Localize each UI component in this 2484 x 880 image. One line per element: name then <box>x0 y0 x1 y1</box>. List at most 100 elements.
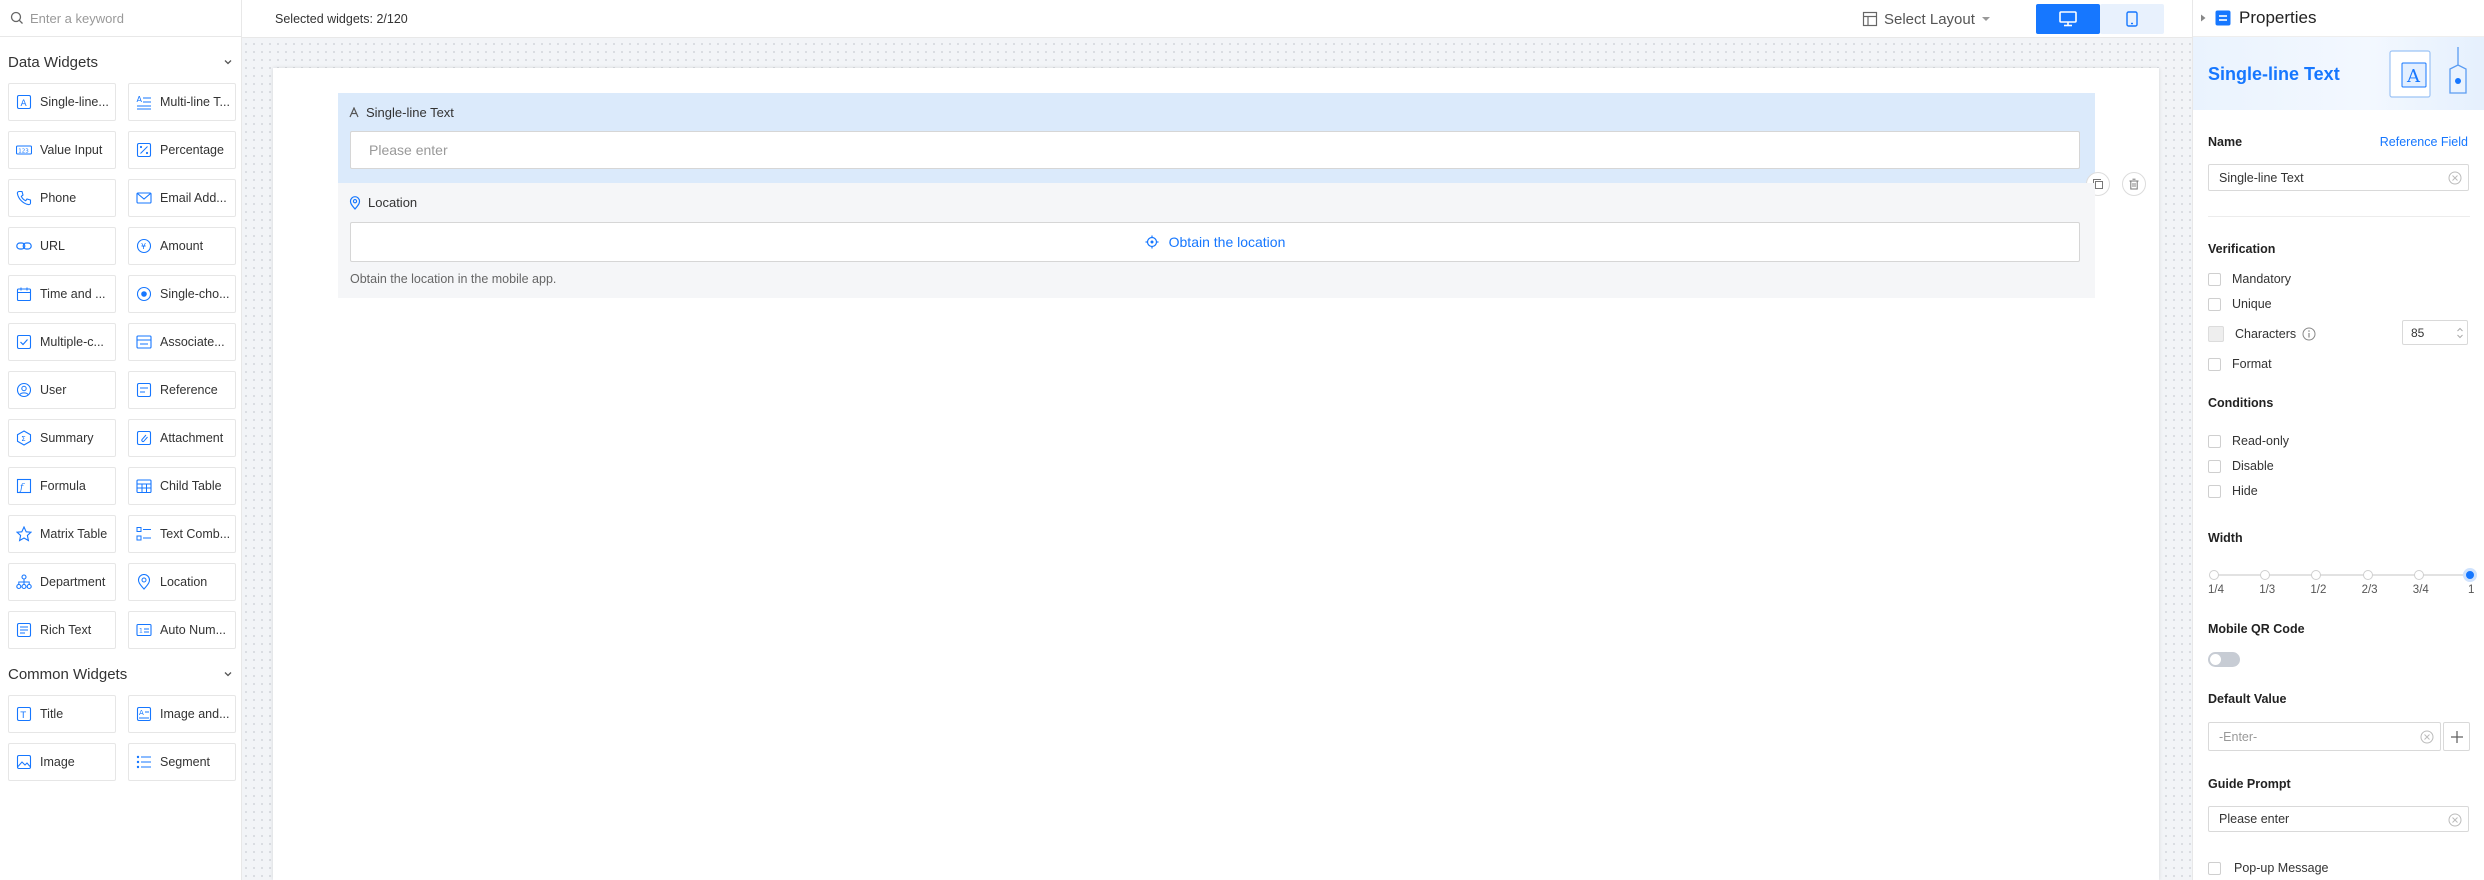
properties-title: Properties <box>2239 8 2317 27</box>
select-layout-dropdown[interactable]: Select Layout <box>1862 7 1991 31</box>
popup-message-checkbox[interactable] <box>2208 861 2221 875</box>
widget-item-single-cho[interactable]: Single-cho... <box>128 275 236 313</box>
attachment-icon <box>136 430 152 446</box>
widget-item-label: Email Add... <box>160 191 227 205</box>
widget-item-user[interactable]: User <box>8 371 116 409</box>
disable-label: Disable <box>2232 459 2274 473</box>
widget-item-value-input[interactable]: 123 Value Input <box>8 131 116 169</box>
hide-option[interactable]: Hide <box>2208 484 2258 498</box>
obtain-location-button[interactable]: Obtain the location <box>350 222 2080 262</box>
widget-item-single-line[interactable]: A Single-line... <box>8 83 116 121</box>
width-tick-label: 1/4 <box>2208 584 2224 596</box>
format-option[interactable]: Format <box>2208 357 2272 371</box>
widget-item-associate[interactable]: Associate... <box>128 323 236 361</box>
chevron-down-icon <box>224 672 232 677</box>
auto-number-icon: 1 <box>136 623 152 637</box>
form-field-single-line-text[interactable]: Single-line Text Please enter <box>338 93 2095 183</box>
trash-icon <box>2129 178 2139 190</box>
clear-icon[interactable] <box>2420 730 2434 744</box>
field-label-text: Single-line Text <box>366 105 454 120</box>
widget-item-segment[interactable]: Segment <box>128 743 236 781</box>
widget-item-multi-line-t[interactable]: A Multi-line T... <box>128 83 236 121</box>
mobile-qr-toggle[interactable] <box>2208 652 2240 667</box>
width-stop-5[interactable] <box>2463 568 2477 582</box>
reference-field-link[interactable]: Reference Field <box>2380 135 2468 149</box>
stepper-icon[interactable] <box>2456 326 2464 340</box>
name-input[interactable]: Single-line Text <box>2208 164 2469 191</box>
widget-item-department[interactable]: Department <box>8 563 116 601</box>
clear-icon[interactable] <box>2448 171 2462 185</box>
common-widgets-header[interactable]: Common Widgets <box>0 661 241 687</box>
hide-checkbox[interactable] <box>2208 484 2221 498</box>
widget-item-image[interactable]: Image <box>8 743 116 781</box>
width-stop-3[interactable] <box>2362 570 2373 580</box>
widget-item-auto-num[interactable]: 1 Auto Num... <box>128 611 236 649</box>
delete-field-button[interactable] <box>2122 172 2146 196</box>
read-only-option[interactable]: Read-only <box>2208 434 2289 448</box>
read-only-checkbox[interactable] <box>2208 434 2221 448</box>
format-checkbox[interactable] <box>2208 357 2221 371</box>
characters-option: Characters <box>2208 326 2316 342</box>
unique-checkbox[interactable] <box>2208 297 2221 311</box>
width-stop-2[interactable] <box>2311 570 2322 580</box>
widget-item-text-comb[interactable]: Text Comb... <box>128 515 236 553</box>
widget-item-attachment[interactable]: Attachment <box>128 419 236 457</box>
mandatory-option[interactable]: Mandatory <box>2208 272 2291 286</box>
widget-item-phone[interactable]: Phone <box>8 179 116 217</box>
popup-message-option[interactable]: Pop-up Message <box>2208 861 2329 875</box>
widget-item-multiple-c[interactable]: Multiple-c... <box>8 323 116 361</box>
layout-icon <box>1862 11 1878 27</box>
calendar-icon <box>16 287 32 302</box>
width-stop-4[interactable] <box>2413 570 2424 580</box>
unique-option[interactable]: Unique <box>2208 297 2272 311</box>
default-value-input[interactable]: -Enter- <box>2208 722 2441 751</box>
characters-checkbox <box>2208 326 2224 342</box>
data-widgets-header[interactable]: Data Widgets <box>0 49 241 75</box>
text-field-input[interactable]: Please enter <box>350 131 2080 169</box>
characters-limit-input[interactable]: 85 <box>2402 320 2468 345</box>
form-field-location[interactable]: Location Obtain the location Obtain the … <box>338 183 2095 298</box>
guide-prompt-input[interactable]: Please enter <box>2208 806 2469 832</box>
field-label-text: Location <box>368 195 418 210</box>
widget-panel: Data Widgets A Single-line... A Multi-line … <box>0 0 242 880</box>
selected-widgets-count: Selected widgets: 2/120 <box>275 12 408 26</box>
desktop-view-button[interactable] <box>2036 4 2100 34</box>
width-stop-0[interactable] <box>2209 570 2219 580</box>
associate-icon <box>136 335 152 349</box>
width-slider[interactable] <box>2208 566 2477 584</box>
mandatory-checkbox[interactable] <box>2208 272 2221 286</box>
widget-item-url[interactable]: URL <box>8 227 116 265</box>
radio-icon <box>136 286 152 302</box>
disable-checkbox[interactable] <box>2208 459 2221 473</box>
widget-item-percentage[interactable]: Percentage <box>128 131 236 169</box>
widget-item-location[interactable]: Location <box>128 563 236 601</box>
widget-item-amount[interactable]: ¥ Amount <box>128 227 236 265</box>
width-tick-labels: 1/4 1/3 1/2 2/3 3/4 1 <box>2208 584 2478 598</box>
widget-item-email-add[interactable]: Email Add... <box>128 179 236 217</box>
widget-item-formula[interactable]: f Formula <box>8 467 116 505</box>
widget-item-matrix-table[interactable]: Matrix Table <box>8 515 116 553</box>
widget-item-image-and[interactable]: A Image and... <box>128 695 236 733</box>
svg-text:123: 123 <box>18 149 29 155</box>
widget-item-reference[interactable]: Reference <box>128 371 236 409</box>
svg-text:1: 1 <box>139 628 143 635</box>
location-icon <box>137 574 151 590</box>
clear-icon[interactable] <box>2448 813 2462 827</box>
widget-item-child-table[interactable]: Child Table <box>128 467 236 505</box>
add-default-value-button[interactable] <box>2443 722 2470 751</box>
widget-item-rich-text[interactable]: Rich Text <box>8 611 116 649</box>
disable-option[interactable]: Disable <box>2208 459 2274 473</box>
collapse-arrow-icon[interactable] <box>2199 13 2207 23</box>
width-stop-1[interactable] <box>2260 570 2271 580</box>
widget-item-title[interactable]: T Title <box>8 695 116 733</box>
department-icon <box>16 574 32 590</box>
widget-item-summary[interactable]: Σ Summary <box>8 419 116 457</box>
summary-icon: Σ <box>16 430 32 446</box>
characters-label: Characters <box>2235 327 2297 341</box>
svg-text:Σ: Σ <box>21 435 25 443</box>
tablet-view-button[interactable] <box>2100 4 2164 34</box>
widget-item-time-and[interactable]: Time and ... <box>8 275 116 313</box>
widget-item-label: Single-cho... <box>160 287 230 301</box>
percentage-icon <box>136 142 152 158</box>
widget-search-input[interactable] <box>30 10 230 26</box>
